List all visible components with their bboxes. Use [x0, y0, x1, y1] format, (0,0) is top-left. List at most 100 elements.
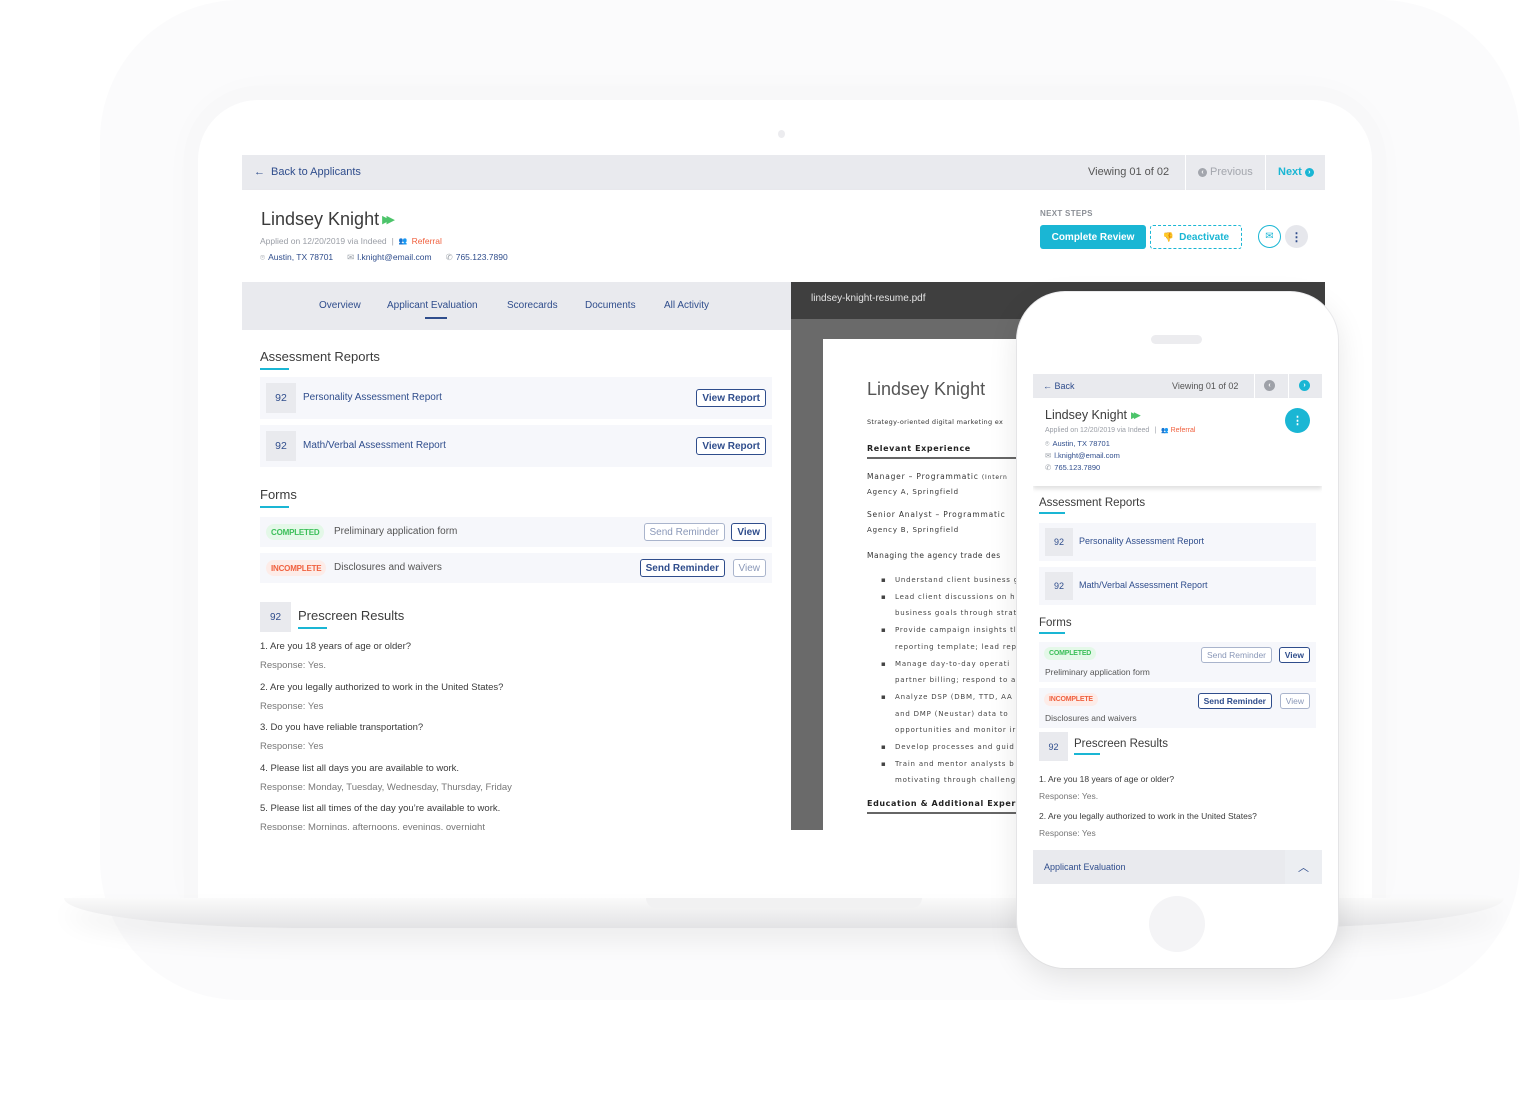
back-link[interactable]: ← Back: [1043, 381, 1075, 391]
email-button[interactable]: ✉: [1258, 225, 1281, 248]
deactivate-button[interactable]: 👎 Deactivate: [1150, 225, 1242, 249]
phone-icon: ✆: [1045, 463, 1052, 472]
next-label: Next: [1278, 166, 1302, 178]
evaluation-pane: Overview Applicant Evaluation Scorecards…: [242, 282, 791, 830]
response: Response: Monday, Tuesday, Wednesday, Th…: [260, 782, 512, 793]
envelope-icon: ✉: [347, 252, 355, 262]
viewing-count: Viewing 01 of 02: [1088, 166, 1170, 178]
send-reminder-button[interactable]: Send Reminder: [643, 523, 725, 541]
applied-info: Applied on 12/20/2019 via Indeed | 👥 Ref…: [260, 236, 442, 246]
score-badge: 92: [1045, 528, 1073, 556]
location-pin-icon: ⌾: [1045, 439, 1050, 448]
chevron-up-icon[interactable]: ︿: [1285, 850, 1322, 884]
status-badge-completed: COMPLETED: [1044, 647, 1097, 660]
fast-forward-icon: ▶▶: [1131, 409, 1141, 420]
phone-text: 765.123.7890: [1054, 463, 1101, 472]
phone-home-button: [1149, 896, 1205, 952]
mobile-footer-section-toggle[interactable]: Applicant Evaluation ︿: [1033, 850, 1322, 884]
assessment-label: Math/Verbal Assessment Report: [1079, 580, 1208, 590]
response: Response: Yes.: [260, 660, 327, 671]
send-reminder-button[interactable]: Send Reminder: [1200, 647, 1272, 663]
tab-documents[interactable]: Documents: [585, 300, 636, 311]
email-link[interactable]: ✉ l.knight@email.com: [1045, 451, 1120, 460]
applicant-name-text: Lindsey Knight: [261, 209, 380, 229]
phone-icon: ✆: [445, 252, 453, 262]
score-badge: 92: [1045, 572, 1073, 600]
assessment-label[interactable]: Math/Verbal Assessment Report: [303, 440, 446, 451]
resume-bullet-line: reporting template; lead rep: [895, 642, 1017, 651]
view-report-button[interactable]: View Report: [696, 437, 766, 455]
assessment-reports-heading: Assessment Reports: [1039, 497, 1146, 514]
phone-text: 765.123.7890: [455, 252, 508, 262]
next-button[interactable]: Next ›: [1278, 166, 1314, 178]
view-report-button[interactable]: View Report: [696, 389, 766, 407]
applied-text: Applied on 12/20/2019 via Indeed: [260, 236, 387, 246]
response: Response: Yes: [260, 701, 324, 712]
arrow-left-icon: ←: [254, 166, 265, 178]
kebab-menu-icon: ⋮: [1292, 415, 1303, 427]
more-options-button[interactable]: ⋮: [1285, 408, 1310, 433]
resume-bullet-line: Analyze DSP (DBM, TTD, AA: [881, 693, 1013, 701]
status-badge-incomplete: INCOMPLETE: [1044, 693, 1098, 706]
score-badge: 92: [266, 383, 296, 413]
assessment-row: 92 Personality Assessment Report View Re…: [260, 377, 772, 419]
send-reminder-button[interactable]: Send Reminder: [639, 559, 725, 577]
form-label: Preliminary application form: [1045, 667, 1150, 677]
kebab-menu-icon: ⋮: [1290, 229, 1303, 244]
resume-bullet-line: Manage day-to-day operati: [881, 660, 1010, 668]
form-row: INCOMPLETE Disclosures and waivers Send …: [260, 553, 772, 583]
mobile-top-bar: ← Back Viewing 01 of 02 ‹ ›: [1033, 374, 1322, 398]
divider: [1254, 374, 1255, 398]
assessment-row[interactable]: 92 Personality Assessment Report: [1039, 523, 1316, 561]
pdf-filename: lindsey-knight-resume.pdf: [811, 293, 926, 304]
tab-all-activity[interactable]: All Activity: [664, 300, 709, 311]
laptop-camera: [778, 130, 785, 138]
applicant-header: Lindsey Knight ▶▶ Applied on 12/20/2019 …: [242, 190, 1325, 282]
tab-bar: Overview Applicant Evaluation Scorecards…: [242, 282, 791, 330]
job-company: Agency A, Springfield: [867, 488, 959, 496]
previous-button[interactable]: ‹ Previous: [1198, 166, 1253, 178]
resume-bullet-line: Train and mentor analysts b: [881, 760, 1015, 768]
view-button[interactable]: View: [732, 559, 766, 577]
phone-speaker: [1151, 335, 1202, 344]
more-options-button[interactable]: ⋮: [1285, 225, 1308, 248]
resume-bullet-line: Lead client discussions on h: [881, 593, 1015, 601]
tab-applicant-evaluation[interactable]: Applicant Evaluation: [387, 300, 478, 319]
location: ⌾ Austin, TX 78701: [1045, 439, 1110, 449]
resume-section-heading: Relevant Experience: [867, 444, 971, 453]
status-badge-completed: COMPLETED: [266, 524, 325, 540]
mobile-applicant-header: Lindsey Knight ▶▶ Applied on 12/20/2019 …: [1033, 398, 1322, 486]
next-button[interactable]: ›: [1299, 380, 1310, 391]
thumbs-down-icon: 👎: [1162, 231, 1175, 242]
tab-overview[interactable]: Overview: [319, 300, 361, 311]
assessment-label[interactable]: Personality Assessment Report: [303, 392, 442, 403]
view-button[interactable]: View: [1279, 693, 1310, 709]
applicant-name-text: Lindsey Knight: [1045, 408, 1128, 422]
question: 4. Please list all days you are availabl…: [260, 763, 460, 774]
separator: |: [391, 236, 394, 246]
laptop-notch: [646, 898, 922, 908]
phone-link[interactable]: ✆ 765.123.7890: [446, 252, 508, 263]
prescreen-heading: Prescreen Results: [1074, 738, 1168, 755]
previous-label: Previous: [1210, 166, 1253, 178]
email-link[interactable]: ✉ l.knight@email.com: [347, 252, 431, 263]
complete-review-button[interactable]: Complete Review: [1040, 225, 1146, 249]
divider: [1288, 374, 1289, 398]
tab-scorecards[interactable]: Scorecards: [507, 300, 558, 311]
applied-text: Applied on 12/20/2019 via Indeed: [1045, 427, 1150, 434]
phone-link[interactable]: ✆ 765.123.7890: [1045, 463, 1100, 472]
form-label: Disclosures and waivers: [1045, 713, 1137, 723]
back-to-applicants-link[interactable]: ← Back to Applicants: [254, 166, 361, 178]
assessment-reports-heading: Assessment Reports: [260, 349, 380, 370]
job-title-text: Manager – Programmatic: [867, 472, 979, 481]
footer-label: Applicant Evaluation: [1044, 862, 1126, 872]
send-reminder-button[interactable]: Send Reminder: [1197, 693, 1272, 709]
assessment-row: 92 Math/Verbal Assessment Report View Re…: [260, 425, 772, 467]
view-button[interactable]: View: [731, 523, 766, 541]
score-badge: 92: [266, 431, 296, 461]
location-pin-icon: ⌾: [260, 252, 266, 262]
assessment-row[interactable]: 92 Math/Verbal Assessment Report: [1039, 567, 1316, 605]
previous-button[interactable]: ‹: [1264, 380, 1275, 391]
divider: [1265, 155, 1266, 190]
view-button[interactable]: View: [1278, 647, 1310, 663]
